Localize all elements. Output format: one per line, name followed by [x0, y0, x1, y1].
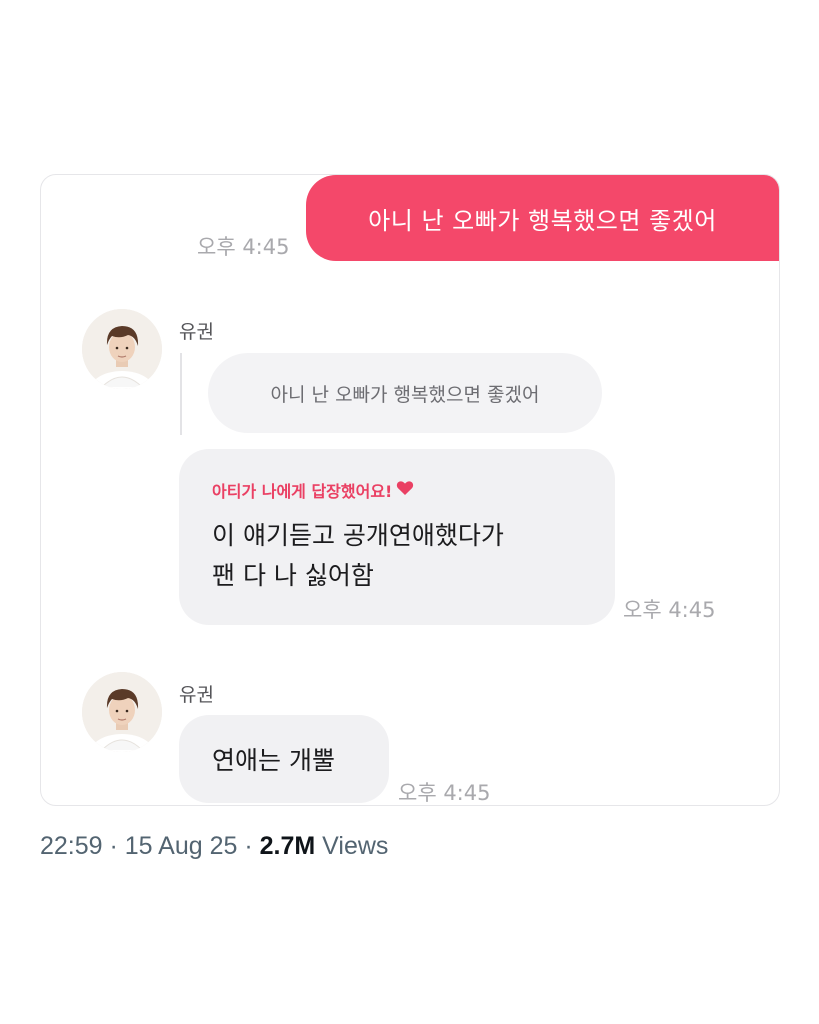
- quoted-message-text: 아니 난 오빠가 행복했으면 좋겠어: [270, 383, 540, 406]
- sender-name: 유권: [179, 684, 214, 706]
- reply-header: 아티가 나에게 답장했어요!: [212, 478, 414, 502]
- tweet-time[interactable]: 22:59: [40, 832, 103, 860]
- avatar[interactable]: [82, 309, 162, 389]
- quoted-message-bubble[interactable]: 아니 난 오빠가 행복했으면 좋겠어: [208, 353, 602, 433]
- sent-message-bubble: 아니 난 오빠가 행복했으면 좋겠어: [306, 175, 779, 261]
- separator: ·: [102, 832, 125, 860]
- sender-name: 유권: [179, 321, 214, 343]
- quote-divider: [180, 353, 182, 435]
- chat-screenshot: 아니 난 오빠가 행복했으면 좋겠어 오후 4:45 유권 아니 난 오빠가 행…: [40, 174, 780, 806]
- profile-photo-icon: [82, 309, 162, 389]
- message-timestamp: 오후 4:45: [398, 781, 491, 805]
- avatar[interactable]: [82, 672, 162, 752]
- reply-message-bubble: 아티가 나에게 답장했어요! 이 얘기듣고 공개연애했다가 팬 다 나 싫어함: [179, 449, 615, 625]
- received-message-text: 연애는 개뿔: [212, 746, 335, 775]
- views-count[interactable]: 2.7M: [260, 832, 316, 860]
- profile-photo-icon: [82, 672, 162, 752]
- sent-message-text: 아니 난 오빠가 행복했으면 좋겠어: [368, 206, 717, 235]
- message-timestamp: 오후 4:45: [197, 235, 290, 259]
- separator: ·: [237, 832, 260, 860]
- reply-message-text: 이 얘기듣고 공개연애했다가 팬 다 나 싫어함: [212, 521, 504, 590]
- tweet-date[interactable]: 15 Aug 25: [125, 832, 238, 860]
- reply-header-text: 아티가 나에게 답장했어요!: [212, 482, 393, 501]
- tweet-metadata: 22:59 · 15 Aug 25 · 2.7M Views: [40, 832, 388, 861]
- message-timestamp: 오후 4:45: [623, 598, 716, 622]
- heart-icon: [396, 480, 414, 500]
- received-message-bubble: 연애는 개뿔: [179, 715, 389, 803]
- views-label: Views: [315, 832, 389, 860]
